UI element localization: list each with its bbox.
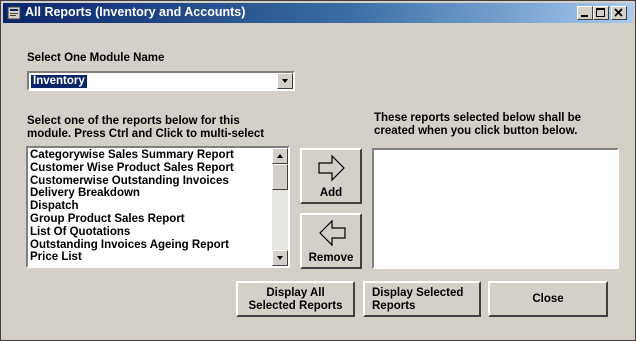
module-dropdown[interactable]: Inventory xyxy=(27,71,295,91)
chevron-down-icon xyxy=(277,256,283,260)
list-item[interactable]: Outstanding Invoices Ageing Report xyxy=(30,239,234,252)
display-selected-button[interactable]: Display Selected Reports xyxy=(363,281,481,317)
close-window-button[interactable] xyxy=(611,6,627,20)
title-bar[interactable]: All Reports (Inventory and Accounts) xyxy=(3,3,633,23)
selected-reports-listbox[interactable] xyxy=(372,148,619,269)
close-icon xyxy=(614,8,623,17)
add-button[interactable]: Add xyxy=(300,148,362,204)
scroll-thumb[interactable] xyxy=(272,164,288,190)
display-selected-label: Display Selected Reports xyxy=(372,287,464,312)
display-all-button[interactable]: Display All Selected Reports xyxy=(236,281,355,317)
dropdown-button[interactable] xyxy=(277,73,293,89)
display-all-label: Display All Selected Reports xyxy=(248,287,343,312)
window-title: All Reports (Inventory and Accounts) xyxy=(25,5,246,19)
module-selected-value: Inventory xyxy=(31,75,87,88)
remove-button[interactable]: Remove xyxy=(300,213,362,269)
list-item[interactable]: Customerwise Outstanding Invoices xyxy=(30,175,234,188)
list-item[interactable]: Categorywise Sales Summary Report xyxy=(30,149,234,162)
remove-button-label: Remove xyxy=(308,252,354,264)
list-item[interactable]: Delivery Breakdown xyxy=(30,187,234,200)
list-item[interactable]: Customer Wise Product Sales Report xyxy=(30,162,234,175)
maximize-icon xyxy=(596,8,605,17)
list-item[interactable]: List Of Quotations xyxy=(30,226,234,239)
maximize-button[interactable] xyxy=(593,6,609,20)
list-item[interactable]: Group Product Sales Report xyxy=(30,213,234,226)
report-window: All Reports (Inventory and Accounts) Sel… xyxy=(0,0,636,341)
chevron-up-icon xyxy=(277,154,283,158)
add-button-label: Add xyxy=(319,187,343,199)
module-label: Select One Module Name xyxy=(27,52,165,64)
list-item[interactable]: Price List xyxy=(30,251,234,264)
scroll-up-button[interactable] xyxy=(272,148,288,164)
minimize-button[interactable] xyxy=(577,6,593,20)
selected-instruction: These reports selected below shall be cr… xyxy=(374,112,582,137)
minimize-icon xyxy=(581,15,588,17)
report-listbox[interactable]: Categorywise Sales Summary Report Custom… xyxy=(26,146,290,268)
app-icon xyxy=(7,6,21,20)
chevron-down-icon xyxy=(282,79,288,83)
reports-instruction: Select one of the reports below for this… xyxy=(27,115,265,140)
close-button-label: Close xyxy=(532,293,564,305)
left-arrow-icon xyxy=(319,219,346,247)
list-item[interactable]: Dispatch xyxy=(30,200,234,213)
scroll-down-button[interactable] xyxy=(272,250,288,266)
right-arrow-icon xyxy=(318,154,345,182)
report-list-items: Categorywise Sales Summary Report Custom… xyxy=(30,149,234,264)
close-button[interactable]: Close xyxy=(488,281,608,317)
report-list-scrollbar[interactable] xyxy=(272,148,288,266)
